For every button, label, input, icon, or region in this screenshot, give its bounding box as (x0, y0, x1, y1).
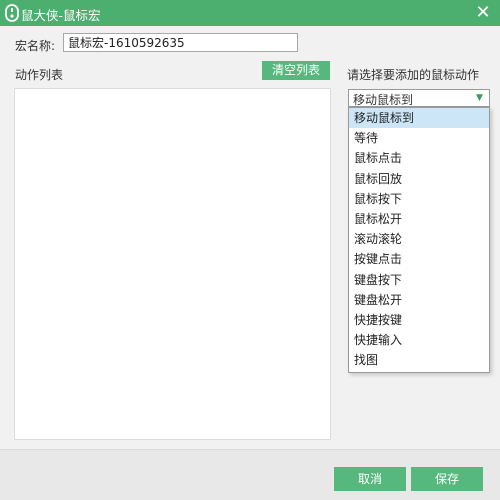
dropdown-option[interactable]: 鼠标按下 (349, 189, 489, 209)
dropdown-option[interactable]: 键盘松开 (349, 290, 489, 310)
mouse-action-select[interactable]: 移动鼠标到 ▼ (348, 89, 490, 107)
dropdown-option[interactable]: 鼠标点击 (349, 148, 489, 168)
dropdown-arrow-icon[interactable]: ▼ (471, 91, 488, 105)
save-button[interactable]: 保存 (411, 467, 483, 491)
mouse-action-prompt: 请选择要添加的鼠标动作 (347, 68, 480, 82)
clear-list-button[interactable]: 清空列表 (262, 61, 330, 80)
action-list[interactable] (14, 88, 331, 440)
close-icon[interactable]: ✕ (472, 2, 494, 24)
dropdown-option[interactable]: 找图 (349, 350, 489, 370)
dropdown-option[interactable]: 按键点击 (349, 249, 489, 269)
footer-bar: 取消 保存 (0, 449, 500, 500)
macro-window: 鼠大侠-鼠标宏 ✕ 宏名称: 动作列表 清空列表 请选择要添加的鼠标动作 移动鼠… (0, 0, 500, 500)
dropdown-option[interactable]: 鼠标回放 (349, 169, 489, 189)
title-bar: 鼠大侠-鼠标宏 ✕ (0, 0, 500, 26)
mouse-action-dropdown: 移动鼠标到 等待 鼠标点击 鼠标回放 鼠标按下 鼠标松开 滚动滚轮 按键点击 键盘按下 键盘松开快… (348, 107, 490, 373)
dropdown-option[interactable]: 鼠标松开 (349, 209, 489, 229)
dropdown-option[interactable]: 滚动滚轮 (349, 229, 489, 249)
dropdown-option[interactable]: 移动鼠标到 (349, 108, 489, 129)
dropdown-option[interactable]: 键盘按下 (349, 270, 489, 290)
dropdown-option[interactable]: 快捷输入 (349, 330, 489, 350)
macro-name-label: 宏名称: (15, 39, 56, 53)
action-list-label: 动作列表 (15, 68, 64, 82)
window-title: 鼠大侠-鼠标宏 (21, 8, 101, 23)
dropdown-option[interactable]: 等待 (349, 128, 489, 148)
cancel-button[interactable]: 取消 (334, 467, 406, 491)
mouse-logo-icon (5, 4, 19, 22)
macro-name-input[interactable] (63, 33, 298, 52)
select-value: 移动鼠标到 (353, 93, 414, 107)
dropdown-option[interactable]: 快捷按键 (349, 310, 489, 330)
